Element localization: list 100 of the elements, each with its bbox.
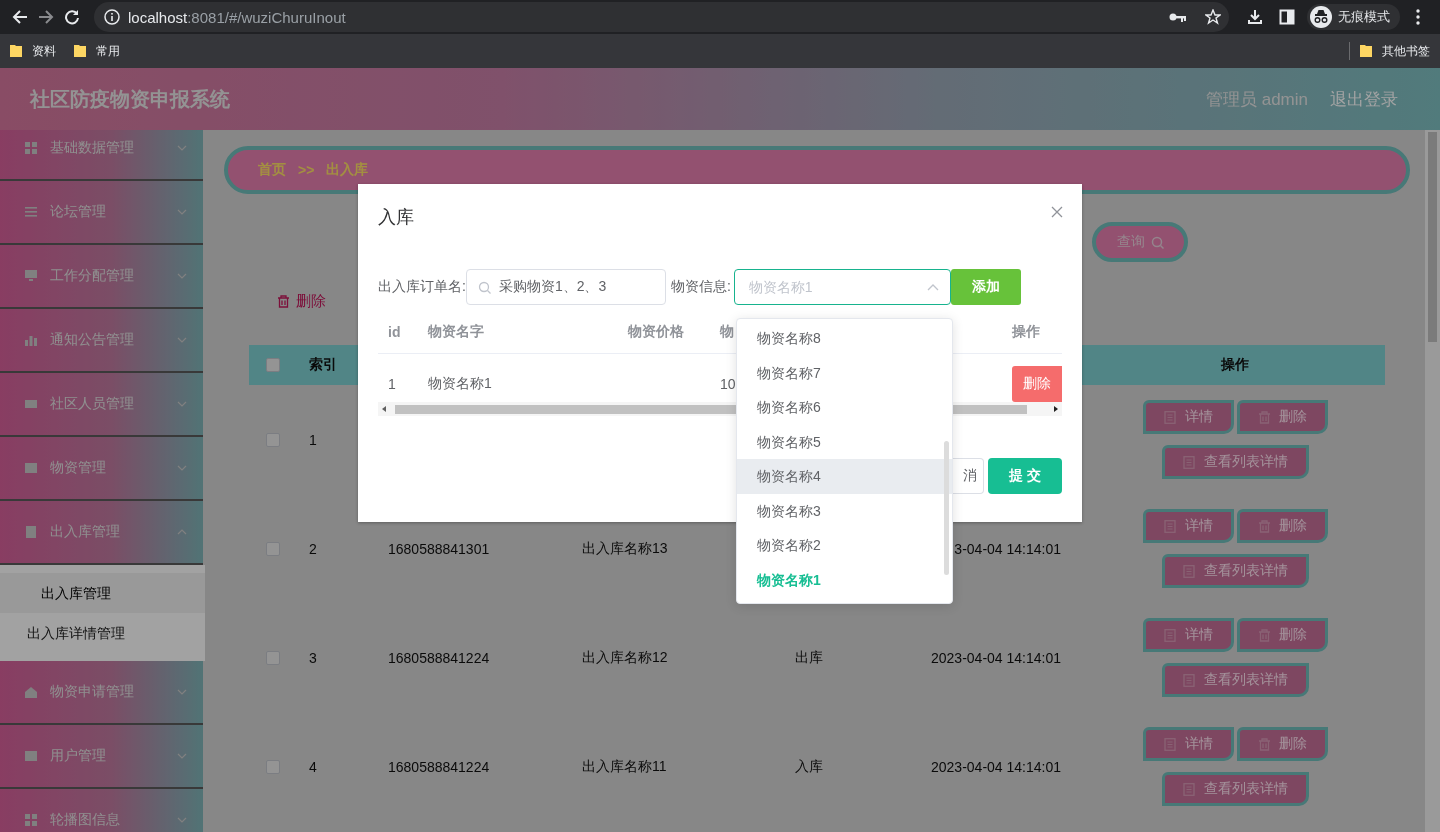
search-icon	[1150, 235, 1164, 249]
info-icon[interactable]	[104, 9, 120, 25]
sidebar-item[interactable]: 用户管理	[0, 725, 203, 789]
side-panel-icon[interactable]	[1279, 9, 1295, 25]
detail-button[interactable]: 详情	[1142, 727, 1234, 761]
submenu-item[interactable]: 出入库详情管理	[0, 613, 205, 653]
sidebar-item[interactable]: 物资管理	[0, 437, 203, 501]
dropdown-option[interactable]: 物资名称8	[737, 321, 952, 356]
bookmark-folder[interactable]: 常用	[74, 42, 120, 60]
breadcrumb-item[interactable]: 首页	[258, 161, 286, 179]
folder-icon	[74, 44, 86, 58]
table-cell-text: 4	[308, 757, 318, 777]
chevron-icon	[926, 284, 939, 291]
scrollbar[interactable]	[944, 441, 949, 575]
menu-icon	[25, 526, 37, 538]
dropdown-option[interactable]: 物资名称1	[737, 562, 952, 597]
chevron-icon	[177, 689, 187, 695]
detail-button[interactable]: 详情	[1142, 400, 1234, 434]
logout-link[interactable]: 退出登录	[1330, 87, 1398, 111]
list-detail-button[interactable]: 查看列表详情	[1161, 554, 1309, 588]
table-cell: 1	[388, 375, 396, 392]
row-checkbox[interactable]	[266, 541, 280, 556]
incognito-badge[interactable]: 无痕模式	[1307, 4, 1400, 30]
address-bar[interactable]: localhost:8081/#/wuziChuruInout	[94, 2, 1229, 32]
chevron-icon	[177, 817, 187, 823]
delete-button[interactable]: 删除	[1236, 509, 1328, 543]
field-label: 物资信息:	[670, 278, 731, 296]
download-icon[interactable]	[1247, 9, 1263, 25]
dropdown-option[interactable]: 物资名称3	[737, 493, 952, 528]
delete-button[interactable]: 删除	[1012, 365, 1062, 402]
material-select[interactable]: 物资名称1	[733, 269, 951, 305]
dropdown-option[interactable]: 物资名称4	[737, 459, 952, 494]
cancel-button[interactable]: 消	[952, 458, 984, 494]
table-cell: 出入库名称12	[582, 648, 668, 667]
table-cell-text: 2	[308, 539, 318, 559]
chevron-icon	[177, 753, 187, 759]
delete-button[interactable]: 删除	[277, 292, 326, 311]
document-icon	[1182, 673, 1196, 687]
dropdown-option[interactable]: 物资名称7	[737, 355, 952, 390]
star-icon[interactable]	[1205, 9, 1221, 25]
order-name-field[interactable]: 采购物资1、2、3	[465, 269, 666, 305]
trash-icon	[1257, 737, 1271, 751]
delete-button[interactable]: 删除	[1236, 400, 1328, 434]
row-checkbox[interactable]	[266, 432, 280, 447]
submit-button[interactable]: 提 交	[988, 458, 1062, 494]
table-cell: 物资名称1	[428, 374, 492, 391]
table-cell: 出库	[795, 648, 823, 667]
key-icon[interactable]	[1169, 11, 1187, 23]
document-icon	[1182, 455, 1196, 469]
table-cell: 1680588841301	[388, 540, 490, 557]
detail-button[interactable]: 详情	[1142, 618, 1234, 652]
table-cell: 入库	[795, 757, 823, 776]
bookmark-folder[interactable]: 资料	[10, 42, 56, 60]
row-checkbox[interactable]	[266, 759, 280, 774]
table-cell: 2023-04-04 14:14:01	[931, 649, 1061, 666]
forward-icon[interactable]	[38, 9, 54, 25]
folder-icon	[1360, 44, 1372, 58]
column-header: 操作	[1012, 322, 1040, 339]
dropdown-option[interactable]: 物资名称2	[737, 528, 952, 563]
chevron-icon	[177, 273, 187, 279]
column-header: 操作	[1220, 355, 1250, 374]
trash-icon	[1257, 519, 1271, 533]
column-header: id	[388, 323, 401, 340]
sidebar-item[interactable]: 论坛管理	[0, 181, 203, 245]
field-label: 出入库订单名:	[378, 278, 466, 296]
back-icon[interactable]	[12, 9, 28, 25]
delete-button[interactable]: 删除	[1236, 727, 1328, 761]
add-button[interactable]: 添加	[950, 269, 1021, 305]
document-icon	[1163, 410, 1177, 424]
column-header: 物资名字	[428, 322, 484, 339]
dropdown-option[interactable]: 物资名称5	[737, 424, 952, 459]
list-detail-button[interactable]: 查看列表详情	[1161, 663, 1309, 697]
bookmark-folder[interactable]: 其他书签	[1360, 42, 1430, 60]
table-cell: 10	[720, 375, 736, 392]
list-detail-button[interactable]: 查看列表详情	[1161, 445, 1309, 479]
detail-button[interactable]: 详情	[1142, 509, 1234, 543]
row-checkbox[interactable]	[266, 650, 280, 665]
sidebar-item[interactable]: 轮播图信息	[0, 789, 203, 832]
table-cell: 3-04-04 14:14:01	[954, 540, 1061, 557]
table-cell-text: 1	[308, 430, 318, 450]
scrollbar[interactable]	[1425, 130, 1440, 832]
more-menu-icon[interactable]	[1416, 9, 1420, 25]
menu-icon	[25, 462, 37, 474]
reload-icon[interactable]	[64, 9, 80, 25]
trash-icon	[1257, 628, 1271, 642]
url-text: localhost:8081/#/wuziChuruInout	[128, 8, 347, 26]
dropdown-option[interactable]: 物资名称6	[737, 390, 952, 425]
trash-icon	[1257, 410, 1271, 424]
document-icon	[1182, 564, 1196, 578]
chevron-icon	[177, 465, 187, 471]
list-detail-button[interactable]: 查看列表详情	[1161, 772, 1309, 806]
table-cell: 出入库名称13	[582, 539, 668, 558]
close-icon[interactable]	[1051, 206, 1063, 218]
delete-button[interactable]: 删除	[1236, 618, 1328, 652]
table-cell: 出入库名称11	[582, 757, 667, 776]
column-header: 索引	[308, 355, 338, 374]
select-all-checkbox[interactable]	[266, 358, 280, 372]
menu-icon	[25, 814, 37, 826]
submenu-item[interactable]: 出入库管理	[0, 573, 205, 613]
sidebar-item[interactable]: 出入库管理	[0, 501, 203, 565]
